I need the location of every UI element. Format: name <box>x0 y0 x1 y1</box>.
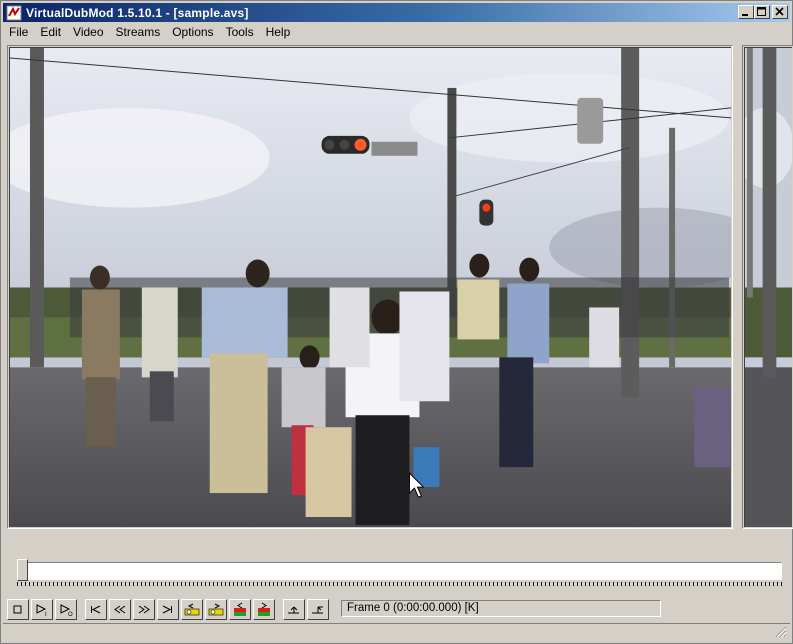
go-end-button[interactable] <box>157 598 179 620</box>
stop-button[interactable] <box>7 598 29 620</box>
title-bar[interactable]: VirtualDubMod 1.5.10.1 - [sample.avs] <box>3 3 790 22</box>
minimize-icon <box>742 14 748 16</box>
close-icon <box>775 7 784 16</box>
menu-help[interactable]: Help <box>260 23 297 41</box>
stop-icon <box>13 605 22 613</box>
slider-thumb[interactable] <box>17 559 28 581</box>
minimize-button[interactable] <box>738 5 754 19</box>
key-prev-icon <box>184 603 200 615</box>
play-input-button[interactable]: I <box>31 598 53 620</box>
menu-streams[interactable]: Streams <box>110 23 167 41</box>
window-title: VirtualDubMod 1.5.10.1 - [sample.avs] <box>26 5 249 20</box>
go-start-button[interactable] <box>85 598 107 620</box>
slider-ticks <box>17 582 782 586</box>
frame-position-readout: Frame 0 (0:00:00.000) [K] <box>341 600 661 617</box>
svg-text:O: O <box>68 612 73 617</box>
status-bar <box>3 623 790 641</box>
play-output-icon: O <box>60 603 73 617</box>
scene-next-icon <box>258 602 270 616</box>
play-output-button[interactable]: O <box>55 598 77 620</box>
menu-edit[interactable]: Edit <box>34 23 67 41</box>
mark-in-button[interactable] <box>283 598 305 620</box>
prev-keyframe-button[interactable] <box>181 598 203 620</box>
svg-text:I: I <box>45 612 47 617</box>
step-forward-button[interactable] <box>133 598 155 620</box>
step-back-button[interactable] <box>109 598 131 620</box>
menu-options[interactable]: Options <box>166 23 219 41</box>
close-button[interactable] <box>772 5 788 19</box>
next-scene-button[interactable] <box>253 598 275 620</box>
mark-out-button[interactable] <box>307 598 329 620</box>
app-icon <box>6 5 22 20</box>
menu-tools[interactable]: Tools <box>220 23 260 41</box>
menu-bar: File Edit Video Streams Options Tools He… <box>3 23 296 41</box>
go-end-icon <box>162 605 172 613</box>
mark-in-icon <box>288 606 299 613</box>
output-video-frame <box>745 48 792 527</box>
position-slider[interactable] <box>13 559 783 587</box>
key-next-icon <box>208 603 224 615</box>
prev-scene-button[interactable] <box>229 598 251 620</box>
size-grip-icon[interactable] <box>775 626 787 638</box>
maximize-icon <box>757 7 766 16</box>
go-start-icon <box>91 605 101 613</box>
step-forward-icon <box>138 605 150 613</box>
main-window: VirtualDubMod 1.5.10.1 - [sample.avs] Fi… <box>0 0 793 644</box>
play-input-icon: I <box>36 603 47 617</box>
mark-out-icon <box>312 606 323 613</box>
menu-file[interactable]: File <box>3 23 34 41</box>
slider-track[interactable] <box>17 562 782 580</box>
maximize-button[interactable] <box>754 5 770 19</box>
next-keyframe-button[interactable] <box>205 598 227 620</box>
menu-video[interactable]: Video <box>67 23 109 41</box>
input-video-frame <box>10 48 731 527</box>
output-video-pane[interactable] <box>742 45 793 529</box>
scene-prev-icon <box>234 602 246 616</box>
transport-toolbar: I O <box>7 597 331 621</box>
step-back-icon <box>114 605 126 613</box>
input-video-pane[interactable] <box>7 45 733 529</box>
